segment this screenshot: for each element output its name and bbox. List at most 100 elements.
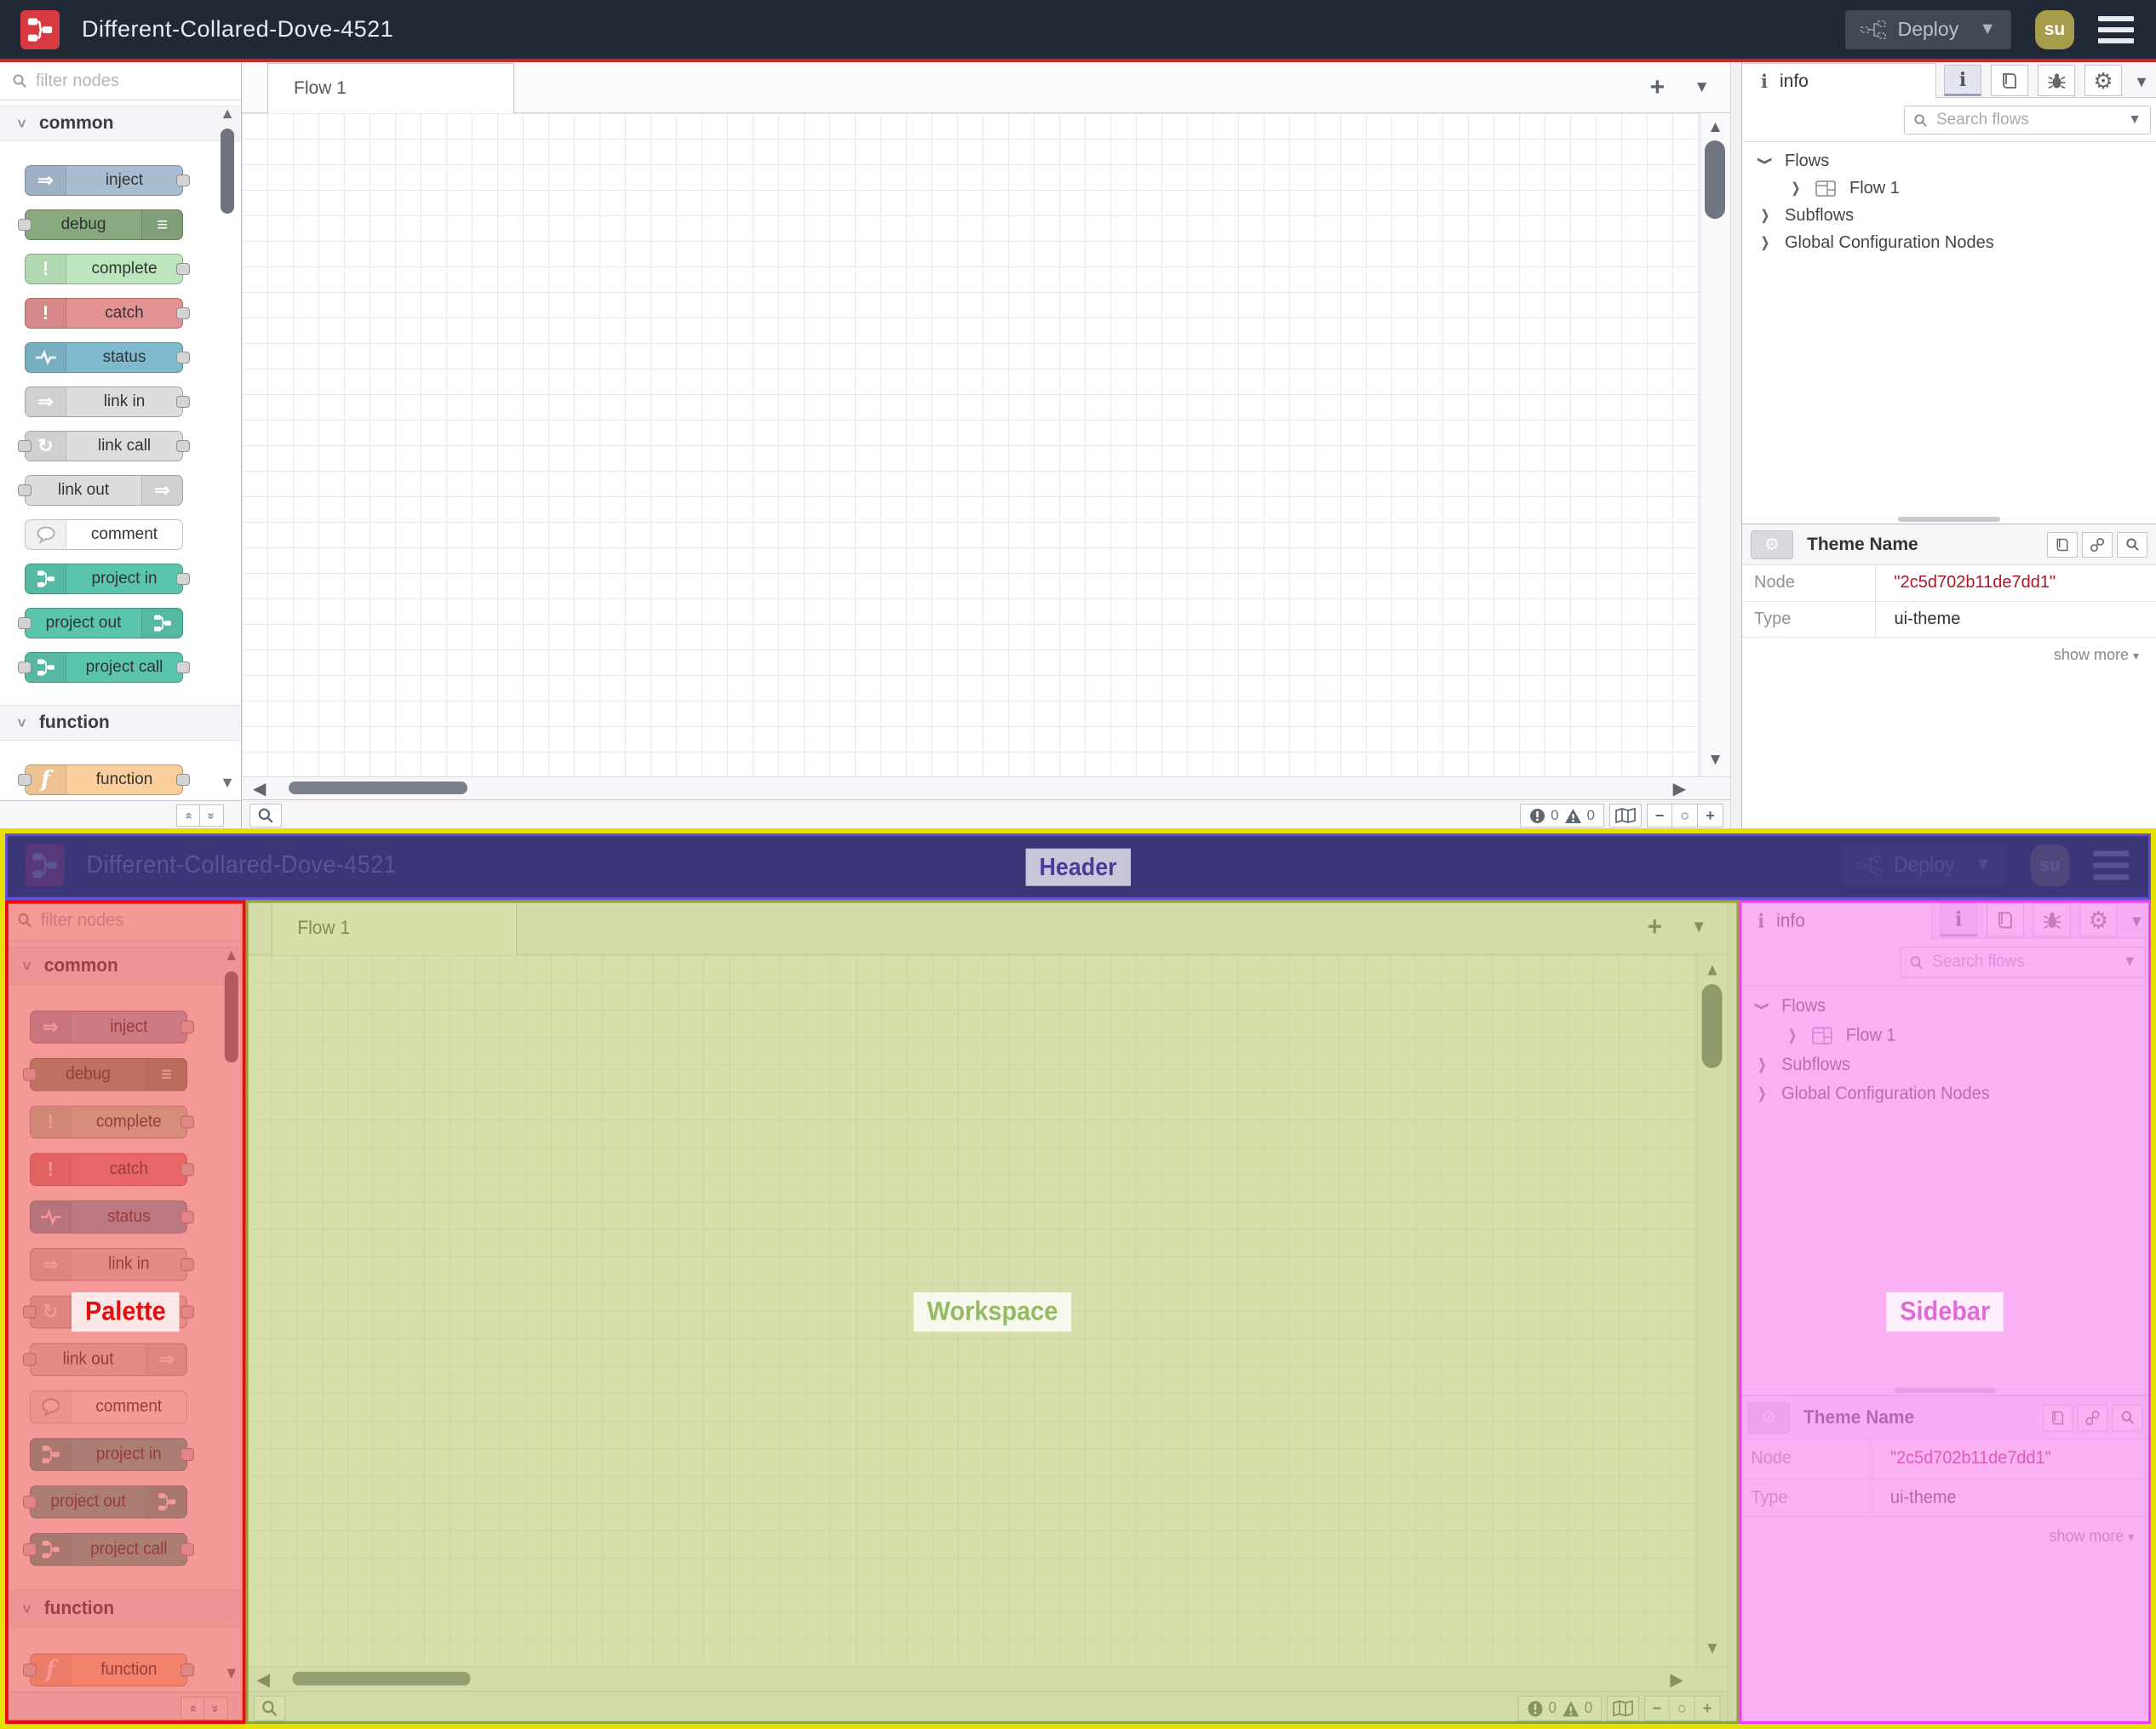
tree-item-flow1[interactable]: ❭ Flow 1 — [1742, 175, 2156, 202]
palette-node-project-in[interactable]: project in — [25, 564, 190, 594]
node-output-port — [176, 396, 190, 408]
sidebar-help-tab-button[interactable] — [1991, 65, 2028, 96]
book-icon — [2000, 72, 2019, 90]
function-nodes: ffunction — [0, 741, 241, 795]
node-output-port — [176, 307, 190, 319]
flow-canvas[interactable] — [242, 113, 1700, 776]
gear-icon: ⚙ — [2093, 67, 2113, 94]
node-red-icon — [141, 609, 182, 638]
inject-arrow-icon: ⇒ — [26, 166, 66, 195]
search-flows-button[interactable] — [249, 804, 282, 827]
navigator-button[interactable] — [1609, 804, 1642, 827]
palette: > common ⇒inject ≡debug !complete !catch sta… — [0, 62, 242, 830]
sidebar-region-overlay: Sidebar — [1739, 900, 2151, 1724]
annotated-screenshot: Different-Collared-Dove-4521 Deploy ▼ — [0, 828, 2156, 1729]
scroll-down-icon[interactable]: ▼ — [219, 774, 236, 792]
palette-category-common[interactable]: > common — [0, 106, 241, 141]
main-area: > common ⇒inject ≡debug !complete !catch sta… — [0, 62, 2156, 830]
link-button[interactable] — [2082, 531, 2113, 558]
flow-tab-bar: Flow 1 + ▼ — [242, 62, 1730, 113]
palette-node-link-call[interactable]: ↻link call — [18, 431, 190, 461]
chevron-right-icon: ❭ — [1759, 236, 1771, 250]
node-output-port — [176, 263, 190, 275]
tree-item-subflows[interactable]: ❭ Subflows — [1742, 202, 2156, 229]
deploy-icon — [1860, 20, 1886, 39]
scroll-down-icon[interactable]: ▼ — [1700, 751, 1730, 770]
scroll-up-icon[interactable]: ▲ — [219, 105, 236, 123]
annotation-overlay-layer: Header Palette Workspace Sidebar — [5, 833, 2151, 1724]
deploy-label: Deploy — [1897, 18, 1959, 40]
flow-search-box[interactable]: ▼ — [1904, 106, 2151, 135]
palette-filter[interactable] — [0, 62, 241, 100]
deploy-button[interactable]: Deploy ▼ — [1844, 9, 2011, 49]
search-options-caret-icon: ▼ — [2128, 112, 2142, 127]
workspace-region-label: Workspace — [913, 1292, 1072, 1332]
sidebar-tab-info[interactable]: i info — [1742, 63, 1936, 99]
show-more-link[interactable]: show more ▾ — [1742, 638, 2156, 664]
screenshot-stage: Different-Collared-Dove-4521 Deploy ▼ su… — [0, 0, 2156, 1729]
palette-node-comment[interactable]: comment — [25, 519, 183, 550]
common-nodes: ⇒inject ≡debug !complete !catch status ⇒link … — [0, 141, 241, 683]
search-button[interactable] — [2117, 531, 2147, 558]
scroll-left-icon[interactable]: ◀ — [253, 778, 266, 799]
palette-node-debug[interactable]: ≡debug — [18, 209, 183, 240]
add-flow-button[interactable]: + — [1650, 75, 1666, 100]
palette-footer: » » — [0, 800, 241, 830]
palette-node-project-out[interactable]: project out — [18, 608, 183, 638]
flow-search-input[interactable] — [1936, 111, 2120, 129]
panel-resize-grip[interactable] — [1898, 517, 2000, 522]
palette-node-link-in[interactable]: ⇒link in — [25, 386, 190, 417]
node-red-icon — [26, 653, 66, 682]
node-output-port — [176, 573, 190, 585]
zoom-reset-button[interactable]: ○ — [1672, 804, 1698, 827]
scroll-right-icon[interactable]: ▶ — [1673, 778, 1686, 799]
palette-region-overlay: Palette — [5, 900, 246, 1724]
sidebar-config-tab-button[interactable]: ⚙ — [2084, 65, 2122, 96]
palette-node-project-call[interactable]: project call — [18, 652, 190, 683]
sidebar-tabs-caret-icon[interactable]: ▼ — [2134, 73, 2149, 91]
palette-node-link-out[interactable]: ⇒link out — [18, 475, 183, 506]
debug-list-icon: ≡ — [141, 210, 182, 239]
zoom-in-button[interactable]: + — [1698, 804, 1723, 827]
flow-tab[interactable]: Flow 1 — [267, 63, 514, 113]
tree-item-global-config[interactable]: ❭ Global Configuration Nodes — [1742, 229, 2156, 256]
docs-button[interactable] — [2047, 531, 2078, 558]
scroll-up-icon[interactable]: ▲ — [1700, 118, 1730, 137]
info-icon: i — [1761, 71, 1768, 92]
node-info-table: Node "2c5d702b11de7dd1" Type ui-theme — [1742, 565, 2156, 638]
collapse-all-button[interactable]: » — [176, 804, 200, 827]
user-avatar[interactable]: su — [2035, 9, 2074, 49]
chevron-down-icon: > — [13, 719, 30, 727]
palette-scrollbar-thumb[interactable] — [221, 129, 234, 214]
search-icon — [12, 73, 27, 89]
palette-category-function[interactable]: > function — [0, 705, 241, 741]
sidebar-tab-strip: i info i — [1742, 62, 2156, 99]
palette-node-catch[interactable]: !catch — [25, 298, 190, 329]
search-icon — [1913, 113, 1928, 128]
palette-node-status[interactable]: status — [25, 342, 190, 373]
vertical-scrollbar-thumb[interactable] — [1705, 140, 1725, 219]
sidebar-splitter[interactable] — [1730, 62, 1742, 830]
palette-node-function[interactable]: ffunction — [18, 764, 190, 795]
palette-filter-input[interactable] — [36, 71, 181, 91]
deploy-options-caret-icon[interactable]: ▼ — [1970, 20, 1996, 39]
main-menu-button[interactable] — [2098, 15, 2134, 43]
bug-icon — [2047, 72, 2067, 90]
sidebar-debug-tab-button[interactable] — [2038, 65, 2075, 96]
node-input-port — [18, 661, 32, 673]
header-region-overlay: Header — [5, 833, 2151, 901]
chevron-right-icon: ❭ — [1790, 181, 1802, 196]
palette-node-list: > common ⇒inject ≡debug !complete !catch sta… — [0, 100, 241, 800]
notifications-toggle[interactable]: 0 0 — [1520, 804, 1604, 827]
horizontal-scrollbar-thumb[interactable] — [289, 781, 467, 794]
tree-item-flows[interactable]: ❭ Flows — [1742, 147, 2156, 175]
palette-node-complete[interactable]: !complete — [25, 254, 190, 284]
palette-node-inject[interactable]: ⇒inject — [25, 165, 190, 196]
expand-all-button[interactable]: » — [200, 804, 224, 827]
canvas-horizontal-scrollbar: ◀ ▶ — [242, 776, 1730, 799]
app-header: Different-Collared-Dove-4521 Deploy ▼ — [0, 0, 2156, 62]
sidebar-info-tab-button[interactable]: i — [1944, 65, 1981, 96]
flow-list-caret-icon[interactable]: ▼ — [1694, 78, 1710, 97]
zoom-out-button[interactable]: − — [1647, 804, 1672, 827]
node-output-port — [176, 352, 190, 364]
